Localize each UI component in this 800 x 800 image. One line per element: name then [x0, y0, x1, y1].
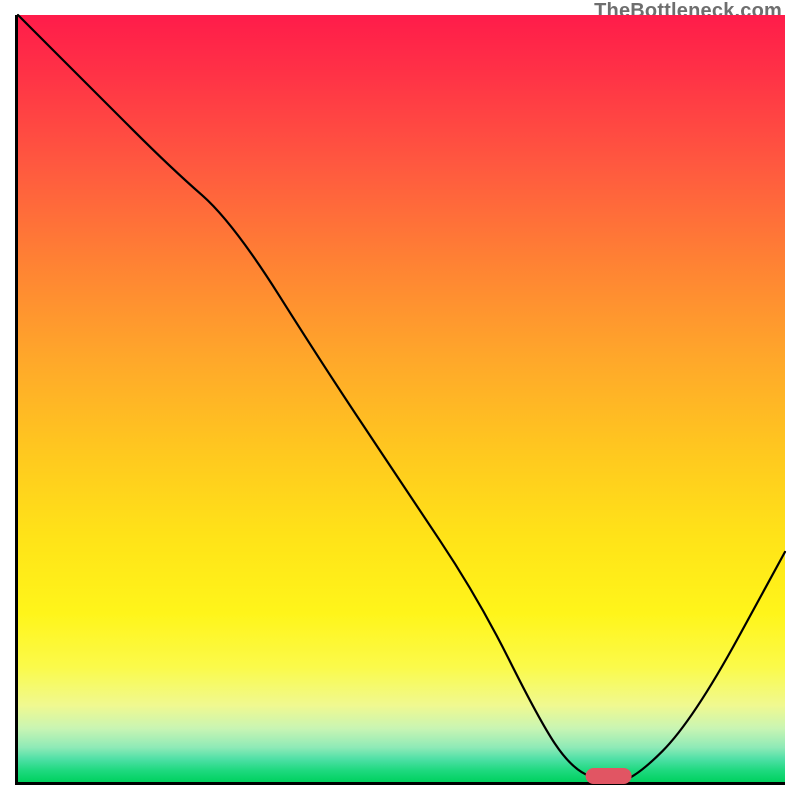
plot-area — [15, 15, 785, 785]
optimal-marker — [586, 768, 632, 784]
bottleneck-curve — [18, 15, 785, 782]
chart-canvas: TheBottleneck.com — [0, 0, 800, 800]
chart-overlay — [18, 15, 785, 782]
